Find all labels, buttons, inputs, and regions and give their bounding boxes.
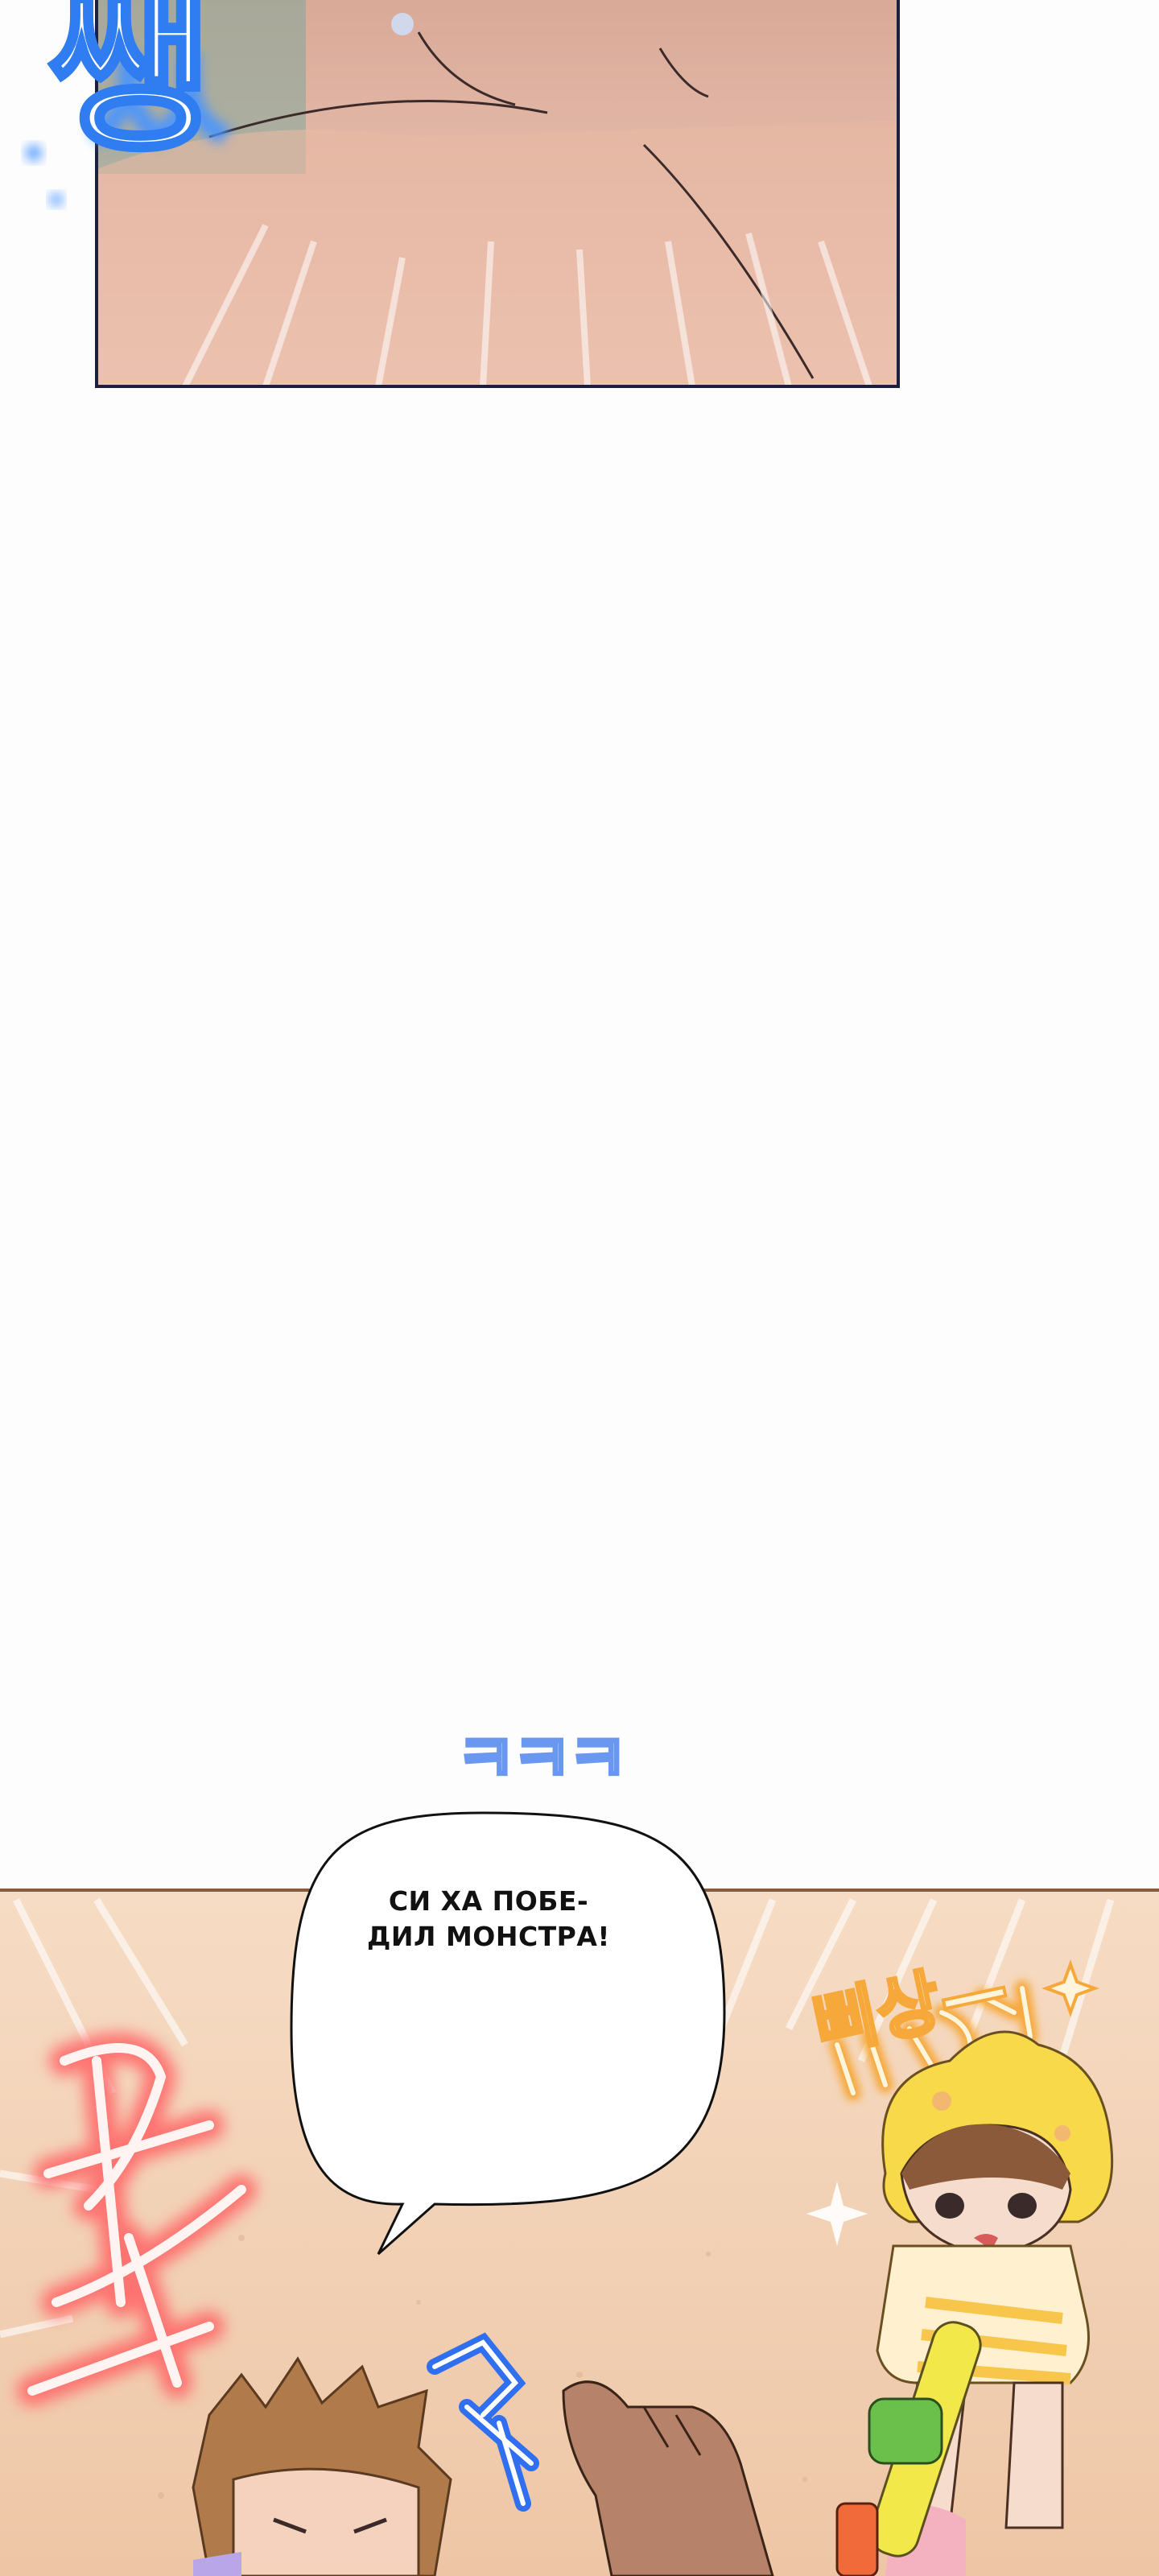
duck-eye <box>932 2091 951 2111</box>
sfx-laugh-top: ㅋㅋㅋ <box>454 1721 629 1798</box>
boy-face <box>232 2467 420 2576</box>
duck-eye <box>1054 2125 1070 2141</box>
girl-eye-left <box>935 2193 964 2219</box>
speech-line-2: ДИЛ МОНСТРА! <box>367 1921 610 1952</box>
girl-eye-right <box>1008 2193 1037 2219</box>
speech-line-1: СИ ХА ПОБЕ- <box>388 1885 589 1917</box>
girl-leg <box>1004 2381 1064 2529</box>
speech-bubble-text: СИ ХА ПОБЕ- ДИЛ МОНСТРА! <box>307 1884 670 1955</box>
top-sfx-text: 쌩 <box>46 0 213 175</box>
